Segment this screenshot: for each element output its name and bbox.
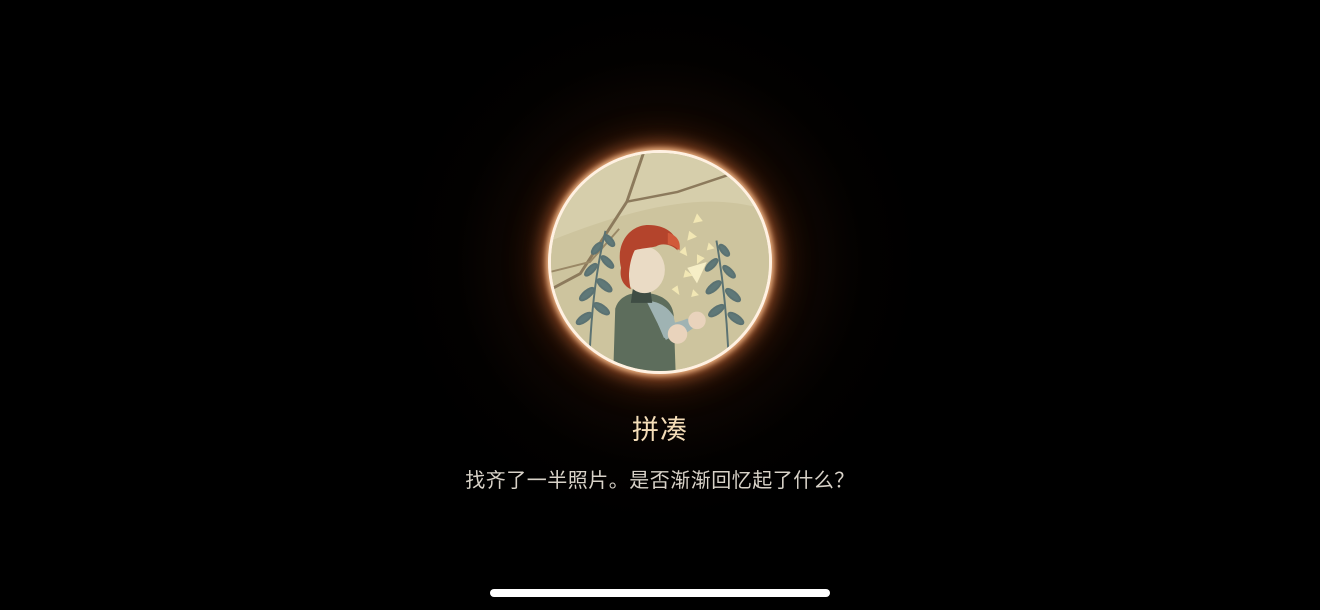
achievement-description: 找齐了一半照片。是否渐渐回忆起了什么？ <box>465 468 855 492</box>
achievement-title: 拼凑 <box>632 415 688 446</box>
home-indicator[interactable] <box>490 589 830 597</box>
achievement-screen: 拼凑 找齐了一半照片。是否渐渐回忆起了什么？ <box>0 0 1320 610</box>
boy-holding-light-icon <box>551 153 769 371</box>
achievement-badge <box>548 150 772 374</box>
